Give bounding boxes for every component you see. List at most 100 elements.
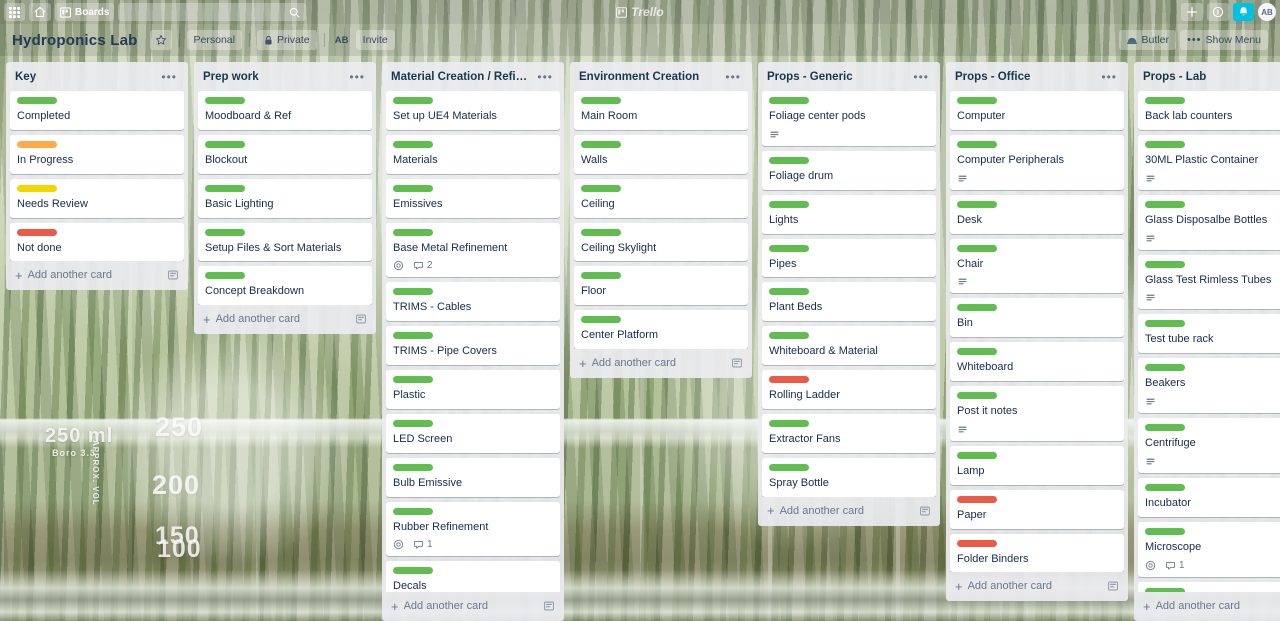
team-button[interactable]: Personal — [186, 30, 242, 50]
card-label-green[interactable] — [393, 463, 433, 471]
apps-grid-icon[interactable] — [4, 3, 25, 21]
list-menu-icon[interactable]: ••• — [346, 71, 368, 83]
card-label-green[interactable] — [581, 97, 621, 104]
card-label-green[interactable] — [769, 463, 809, 471]
board-title[interactable]: Hydroponics Lab — [8, 32, 146, 49]
card-label-green[interactable] — [769, 97, 809, 104]
card[interactable]: Whiteboard — [950, 342, 1124, 382]
list-menu-icon[interactable]: ••• — [158, 71, 180, 83]
card-label-green[interactable] — [769, 332, 809, 340]
card-label-green[interactable] — [393, 332, 433, 340]
card-label-green[interactable] — [205, 97, 245, 104]
card[interactable]: Beakers — [1138, 358, 1280, 414]
add-card-button[interactable]: + Add another card — [946, 572, 1128, 601]
card[interactable]: Spray Bottle — [762, 457, 936, 497]
card-label-green[interactable] — [957, 348, 997, 356]
add-card-button[interactable]: + Add another card — [570, 349, 752, 378]
card[interactable]: Computer — [950, 91, 1124, 130]
card[interactable]: Walls — [574, 134, 748, 174]
card-label-green[interactable] — [393, 140, 433, 148]
card[interactable]: Materials — [386, 134, 560, 174]
card-label-green[interactable] — [957, 140, 997, 148]
card[interactable]: Not done — [10, 222, 184, 262]
list-prep-work[interactable]: Prep work ••• Moodboard & Ref Blockout Basic… — [194, 62, 376, 335]
card-label-green[interactable] — [205, 228, 245, 236]
card-label-green[interactable] — [393, 507, 433, 515]
card-label-green[interactable] — [581, 316, 621, 324]
card[interactable]: Whiteboard & Material — [762, 326, 936, 366]
card[interactable]: Rolling Ladder — [762, 370, 936, 409]
card-label-green[interactable] — [769, 200, 809, 208]
card[interactable]: Needs Review — [10, 178, 184, 218]
card-template-icon[interactable] — [355, 313, 367, 325]
card-label-green[interactable] — [957, 304, 997, 312]
card-label-green[interactable] — [957, 244, 997, 252]
card[interactable]: Foliage center pods — [762, 91, 936, 146]
card[interactable]: Extractor Fans — [762, 413, 936, 453]
card[interactable]: Back lab counters — [1138, 91, 1280, 130]
card[interactable]: Completed — [10, 91, 184, 130]
list-title[interactable]: Props - Office — [955, 71, 1094, 83]
card[interactable]: Basic Lighting — [198, 178, 372, 218]
card-label-green[interactable] — [17, 97, 57, 104]
card-label-green[interactable] — [957, 451, 997, 459]
visibility-button[interactable]: Private — [256, 30, 317, 50]
home-icon[interactable] — [29, 3, 51, 21]
card[interactable]: Floor — [574, 266, 748, 306]
card[interactable]: Concept Breakdown — [198, 266, 372, 306]
card[interactable]: Rubber Refinement 1 — [386, 501, 560, 557]
list-environment-creation[interactable]: Environment Creation ••• Main Room Walls Cei… — [570, 62, 752, 379]
card[interactable]: Incubator — [1138, 477, 1280, 517]
invite-button[interactable]: Invite — [355, 30, 395, 50]
card[interactable]: Lamp — [950, 445, 1124, 485]
card[interactable]: Desk — [950, 194, 1124, 234]
card-label-green[interactable] — [205, 272, 245, 280]
star-icon[interactable] — [149, 30, 172, 50]
list-menu-icon[interactable]: ••• — [534, 71, 556, 83]
add-card-button[interactable]: + Add another card — [758, 497, 940, 526]
card-template-icon[interactable] — [1107, 580, 1119, 592]
info-circle-icon[interactable] — [1207, 3, 1229, 21]
card-label-green[interactable] — [957, 97, 997, 104]
card-label-green[interactable] — [393, 228, 433, 236]
card[interactable]: In Progress — [10, 134, 184, 174]
card-label-green[interactable] — [205, 140, 245, 148]
card-label-green[interactable] — [1145, 200, 1185, 208]
card[interactable]: Chair — [950, 238, 1124, 294]
card[interactable]: Moodboard & Ref — [198, 91, 372, 130]
card-label-green[interactable] — [1145, 97, 1185, 104]
card-label-green[interactable] — [769, 419, 809, 427]
boards-button[interactable]: Boards — [55, 3, 115, 21]
board-canvas[interactable]: Key ••• Completed In Progress Needs Review No… — [0, 56, 1280, 621]
list-props-generic[interactable]: Props - Generic ••• Foliage center pods Fol… — [758, 62, 940, 526]
card-label-green[interactable] — [581, 140, 621, 148]
card[interactable]: Decals1 — [386, 561, 560, 592]
card[interactable]: Test tube rack — [1138, 314, 1280, 354]
card-label-orange[interactable] — [17, 140, 57, 148]
card-label-green[interactable] — [957, 200, 997, 208]
card[interactable]: LED Screen — [386, 413, 560, 453]
card[interactable]: Microscope Slides - Singular, stacked & … — [1138, 581, 1280, 592]
card[interactable]: Paper — [950, 489, 1124, 529]
list-key[interactable]: Key ••• Completed In Progress Needs Review No… — [6, 62, 188, 291]
card[interactable]: Glass Test Rimless Tubes — [1138, 254, 1280, 310]
card-label-green[interactable] — [957, 392, 997, 400]
list-material-creation-refinement[interactable]: Material Creation / Refinement ••• Set up … — [382, 62, 564, 621]
card[interactable]: Ceiling Skylight — [574, 222, 748, 262]
card[interactable]: Bulb Emissive — [386, 457, 560, 497]
card-label-green[interactable] — [1145, 320, 1185, 328]
notifications-bell-icon[interactable] — [1233, 3, 1254, 21]
card-label-green[interactable] — [1145, 140, 1185, 148]
card[interactable]: Set up UE4 Materials — [386, 91, 560, 130]
card[interactable]: Folder Binders — [950, 533, 1124, 573]
card-label-green[interactable] — [205, 184, 245, 192]
card-label-green[interactable] — [1145, 483, 1185, 491]
card-label-green[interactable] — [393, 97, 433, 104]
card-label-green[interactable] — [581, 184, 621, 192]
card[interactable]: Ceiling — [574, 178, 748, 218]
card-label-yellow[interactable] — [17, 184, 57, 192]
card[interactable]: Microscope 1 — [1138, 521, 1280, 577]
card[interactable]: Foliage drum — [762, 150, 936, 190]
card[interactable]: Main Room — [574, 91, 748, 130]
list-title[interactable]: Key — [15, 71, 154, 83]
